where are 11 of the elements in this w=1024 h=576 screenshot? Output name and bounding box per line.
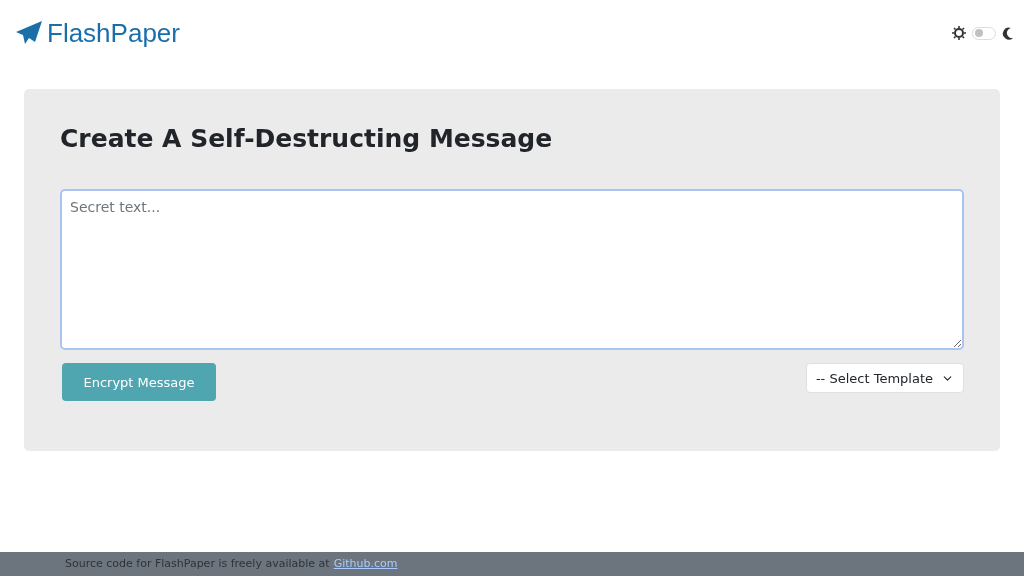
template-select[interactable]: -- Select Template <box>805 363 964 394</box>
paper-plane-icon <box>15 20 43 46</box>
logo[interactable]: FlashPaper <box>47 20 180 46</box>
moon-icon <box>1002 26 1014 40</box>
footer-text: Source code for FlashPaper is freely available at <box>65 555 330 572</box>
sun-icon <box>952 26 966 40</box>
github-link[interactable]: Github.com <box>333 555 398 573</box>
theme-toggle[interactable] <box>972 26 996 40</box>
card-title: Create A Self-Destructing Message <box>60 123 554 155</box>
encrypt-button[interactable]: Encrypt Message <box>62 363 216 402</box>
message-field[interactable]: Secret text... <box>60 189 964 351</box>
